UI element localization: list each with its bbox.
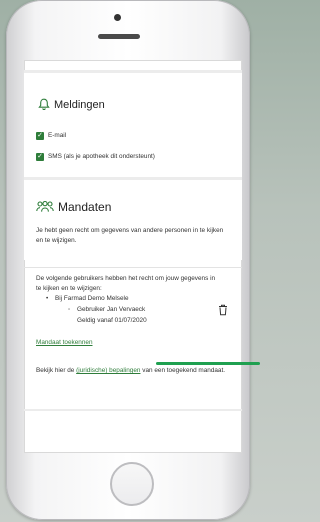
user-name: Gebruiker Jan Vervaeck: [77, 306, 146, 313]
front-camera: [114, 14, 121, 21]
pharmacy-name: Bij Farmad Demo Melsele: [55, 295, 129, 302]
email-checkbox[interactable]: ✓: [36, 132, 44, 140]
legal-terms-link[interactable]: (juridische) bepalingen: [76, 367, 140, 374]
rights-intro: De volgende gebruikers hebben het recht …: [36, 275, 216, 292]
footer-suffix: van een toegekend mandaat.: [142, 367, 226, 374]
email-label: E-mail: [48, 132, 67, 139]
speaker-grille: [98, 34, 140, 39]
sub-bullet-dot: ◦: [68, 306, 71, 313]
sms-checkbox[interactable]: ✓: [36, 153, 44, 161]
home-button[interactable]: [110, 462, 154, 506]
meldingen-card: Meldingen ✓ E-mail ✓ SMS (als je apothee…: [24, 73, 242, 177]
mandaten-title: Mandaten: [58, 200, 112, 214]
thin-divider: [24, 267, 242, 268]
add-mandate-link[interactable]: Mandaat toekennen: [36, 338, 93, 348]
no-rights-text: Je hebt geen recht om gegevens van ander…: [36, 227, 224, 244]
section-divider: [24, 409, 242, 411]
valid-from: Geldig vanaf 01/07/2020: [77, 317, 147, 324]
mandaten-card: Mandaten Je hebt geen recht om gegevens …: [24, 180, 242, 260]
phone-frame: Meldingen ✓ E-mail ✓ SMS (als je apothee…: [6, 0, 250, 520]
bullet-dot: •: [46, 295, 49, 302]
app-screen: Meldingen ✓ E-mail ✓ SMS (als je apothee…: [24, 60, 242, 453]
users-icon: [36, 201, 54, 212]
legal-footer-text: Bekijk hier de (juridische) bepalingen v…: [36, 366, 232, 376]
meldingen-title: Meldingen: [54, 99, 105, 111]
trash-icon[interactable]: [218, 304, 228, 316]
footer-prefix: Bekijk hier de: [36, 367, 75, 374]
bell-icon: [38, 98, 50, 111]
highlight-pointer-line: [156, 362, 260, 365]
sms-label: SMS (als je apotheek dit ondersteunt): [48, 153, 155, 160]
